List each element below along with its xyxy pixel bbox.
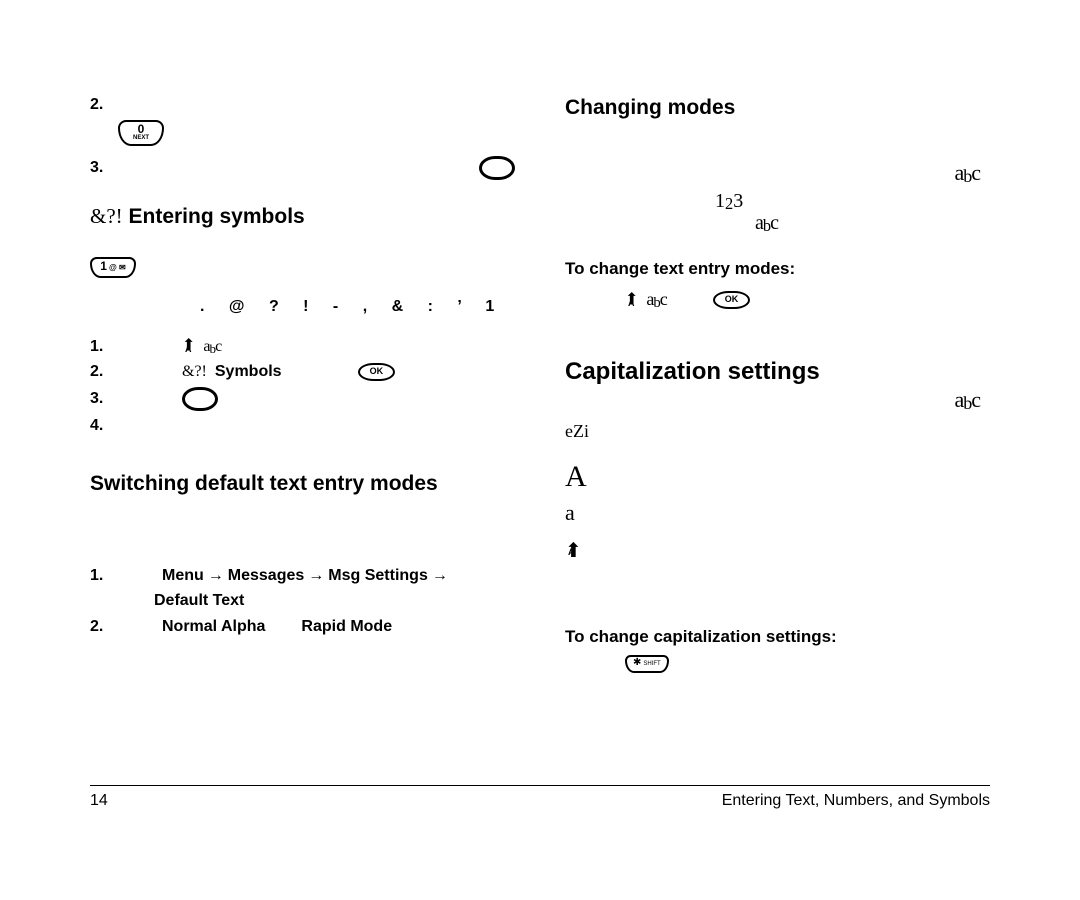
right-column: Changing modes abc 123 abc To change tex…: [565, 90, 990, 760]
ezi-label: eZi: [565, 419, 990, 444]
symbols-mode-icon: &?!: [182, 361, 207, 383]
symbols-label: Symbols: [215, 361, 282, 383]
abc-mode-icon: abc: [755, 210, 778, 237]
two-column-layout: 2. 0 NEXT 3. &?! Entering symbols: [90, 90, 990, 760]
nav-key-icon: [182, 387, 218, 411]
one-key-icon: 1@ ✉: [90, 257, 136, 278]
step-2-key: 0 NEXT: [118, 120, 515, 146]
step-2-row: 2.: [90, 94, 515, 116]
change-caps-row: ✱SHIFT: [625, 655, 990, 673]
step-3-row: 3.: [90, 156, 515, 180]
menu-path: Menu→Messages→Msg Settings→: [162, 565, 452, 587]
capitalization-settings-heading: Capitalization settings: [565, 356, 990, 388]
default-step-1b: Default Text: [90, 590, 515, 612]
default-step-2: 2. Normal Alpha Rapid Mode: [90, 616, 515, 638]
abc-mode-icon: abc: [954, 385, 980, 415]
default-step-1: 1. Menu→Messages→Msg Settings→: [90, 565, 515, 587]
abc-mode-icon: abc: [646, 287, 666, 312]
step-number: 2.: [90, 361, 116, 383]
symbol-sequence: . @ ? ! - , & : ’ 1: [200, 296, 515, 318]
changing-modes-heading: Changing modes: [565, 94, 990, 122]
symbols-mode-icon: &?!: [90, 204, 123, 228]
symbol-step-3: 3.: [90, 387, 515, 411]
star-shift-key-icon: ✱SHIFT: [625, 655, 669, 673]
caps-abc-row: abc: [565, 389, 990, 419]
to-change-caps-heading: To change capitalization settings:: [565, 626, 990, 649]
step-number: 2.: [90, 616, 116, 638]
symbol-step-1: 1. ⬆ abc: [90, 336, 515, 358]
one-key-row: 1@ ✉: [90, 255, 515, 278]
step-number: 2.: [90, 94, 116, 116]
abc-mode-icon: abc: [954, 158, 980, 188]
section-title: Entering Text, Numbers, and Symbols: [722, 792, 990, 810]
step-number: 3.: [90, 157, 116, 179]
page-number: 14: [90, 792, 108, 810]
manual-page: 2. 0 NEXT 3. &?! Entering symbols: [0, 0, 1080, 900]
step-number: 1.: [90, 565, 116, 587]
left-column: 2. 0 NEXT 3. &?! Entering symbols: [90, 90, 515, 760]
option-normal-alpha: Normal Alpha: [162, 616, 265, 638]
abc-mode-icon: abc: [203, 336, 221, 358]
symbol-step-4: 4.: [90, 415, 515, 437]
menu-path-end: Default Text: [154, 590, 244, 612]
zero-next-key-icon: 0 NEXT: [118, 120, 164, 146]
to-change-modes-heading: To change text entry modes:: [565, 258, 990, 281]
shift-cycle-icon: ⬆: [565, 541, 990, 564]
entering-symbols-heading: &?! Entering symbols: [90, 202, 515, 231]
change-mode-row: ⬆ abc OK: [625, 287, 990, 312]
ok-key-icon: OK: [358, 363, 396, 381]
step-number: 4.: [90, 415, 116, 437]
switching-default-heading: Switching default text entry modes: [90, 470, 515, 498]
step-number: 3.: [90, 388, 116, 410]
step-number: 1.: [90, 336, 116, 358]
symbol-step-2: 2. &?! Symbols OK: [90, 361, 515, 383]
option-rapid-mode: Rapid Mode: [301, 616, 392, 638]
ok-key-icon: OK: [713, 291, 751, 309]
numeric-mode-icon: 123: [715, 188, 743, 215]
shift-mode-icon: ⬆: [182, 338, 195, 354]
uppercase-a-icon: A: [565, 457, 990, 498]
lowercase-a-icon: a: [565, 498, 990, 528]
page-footer: 14 Entering Text, Numbers, and Symbols: [90, 785, 990, 810]
shift-mode-icon: ⬆: [625, 292, 638, 308]
nav-key-icon: [479, 156, 515, 180]
mode-icons-cluster: abc 123 abc: [565, 158, 990, 248]
